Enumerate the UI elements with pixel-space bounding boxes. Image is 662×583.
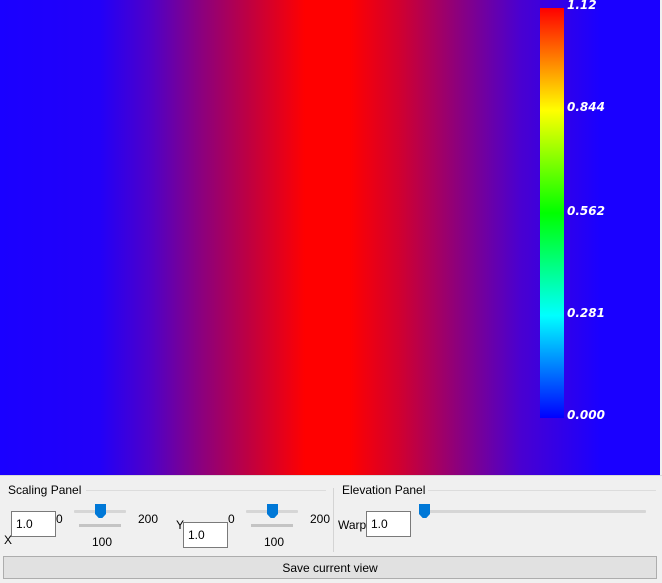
colorbar-tick-label: 0.281	[567, 306, 605, 320]
warp-slider-track[interactable]	[420, 510, 646, 513]
x-scale-input[interactable]	[11, 511, 56, 537]
warp-input[interactable]	[366, 511, 411, 537]
group-border	[428, 490, 656, 491]
x-slider-min-label: 0	[56, 512, 63, 526]
panel-separator	[333, 488, 334, 552]
save-current-view-button[interactable]: Save current view	[3, 556, 657, 579]
group-border	[86, 490, 326, 491]
y-slider-max-label: 200	[310, 512, 331, 526]
x-scale-slider-thumb[interactable]	[95, 504, 106, 518]
x-slider-max-label: 200	[138, 512, 159, 526]
colorbar-tick-label: 0.000	[567, 408, 605, 422]
elevation-panel-title: Elevation Panel	[342, 483, 426, 497]
y-slider-ticks	[251, 524, 293, 527]
warp-slider-thumb[interactable]	[419, 504, 430, 518]
warp-label: Warp	[338, 518, 367, 532]
colorbar-tick-label: 0.844	[567, 100, 605, 114]
control-panel: Scaling Panel X 0 200 100 Y 0 200 100 El…	[0, 475, 662, 583]
color-scale-gradient	[540, 8, 564, 418]
colorbar-tick-label: 1.12	[567, 0, 597, 12]
y-scale-input[interactable]	[183, 522, 228, 548]
y-slider-min-label: 0	[228, 512, 235, 526]
y-scale-slider-thumb[interactable]	[267, 504, 278, 518]
colorbar-tick-label: 0.562	[567, 204, 605, 218]
scaling-panel-title: Scaling Panel	[8, 483, 82, 497]
x-slider-mid-label: 100	[92, 535, 113, 549]
y-slider-mid-label: 100	[264, 535, 285, 549]
color-scale-bar	[540, 8, 564, 418]
x-slider-ticks	[79, 524, 121, 527]
